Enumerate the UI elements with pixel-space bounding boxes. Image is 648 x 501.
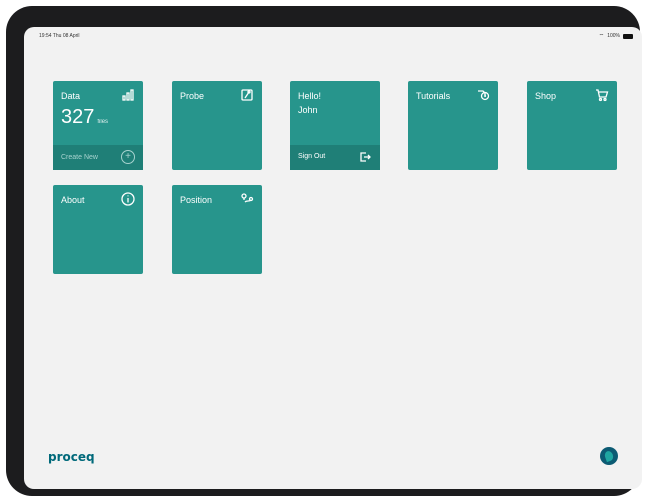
- bar-chart-icon: [121, 88, 135, 102]
- proceq-mark-icon: [600, 447, 618, 465]
- data-tile-title: Data: [61, 91, 81, 101]
- tutorials-tile[interactable]: Tutorials: [408, 81, 498, 170]
- wifi-icon: ⌔: [598, 34, 605, 40]
- proceq-logo: proceq: [48, 450, 110, 464]
- probe-icon: [240, 88, 254, 102]
- position-tile[interactable]: Position: [172, 185, 262, 274]
- data-count-value: 327: [61, 106, 95, 128]
- ipad-frame: 19:54 Thu 08 April ⌔ 100% Data 327 files …: [6, 6, 642, 496]
- sign-out-button[interactable]: Sign Out: [290, 145, 380, 170]
- info-icon: [121, 192, 135, 206]
- shop-tile[interactable]: Shop: [527, 81, 617, 170]
- user-name: John: [298, 105, 318, 115]
- position-icon: [240, 192, 254, 206]
- status-right: ⌔ 100%: [599, 32, 633, 40]
- data-count-unit: files: [97, 119, 109, 125]
- about-tile-title: About: [61, 195, 85, 205]
- app-screen: 19:54 Thu 08 April ⌔ 100% Data 327 files …: [24, 27, 642, 489]
- create-new-button[interactable]: Create New +: [53, 145, 143, 170]
- shop-tile-title: Shop: [535, 91, 557, 101]
- about-tile[interactable]: About: [53, 185, 143, 274]
- sign-out-label: Sign Out: [298, 153, 326, 160]
- sign-out-icon: [358, 150, 372, 164]
- battery-icon: [623, 33, 633, 39]
- status-time: 19:54 Thu 08 April: [39, 33, 80, 39]
- data-file-count: 327 files: [61, 106, 108, 129]
- plus-icon: +: [121, 150, 135, 164]
- probe-tile-title: Probe: [180, 91, 205, 101]
- position-tile-title: Position: [180, 195, 213, 205]
- probe-tile[interactable]: Probe: [172, 81, 262, 170]
- status-bar: 19:54 Thu 08 April ⌔ 100%: [24, 27, 642, 43]
- tutorials-icon: [476, 88, 490, 102]
- create-new-label: Create New: [61, 154, 98, 161]
- hello-title: Hello!: [298, 91, 322, 101]
- account-tile[interactable]: Hello! John Sign Out: [290, 81, 380, 170]
- svg-text:proceq: proceq: [48, 450, 95, 464]
- battery-label: 100%: [607, 33, 620, 39]
- cart-icon: [595, 88, 609, 102]
- data-tile[interactable]: Data 327 files Create New +: [53, 81, 143, 170]
- tutorials-tile-title: Tutorials: [416, 91, 451, 101]
